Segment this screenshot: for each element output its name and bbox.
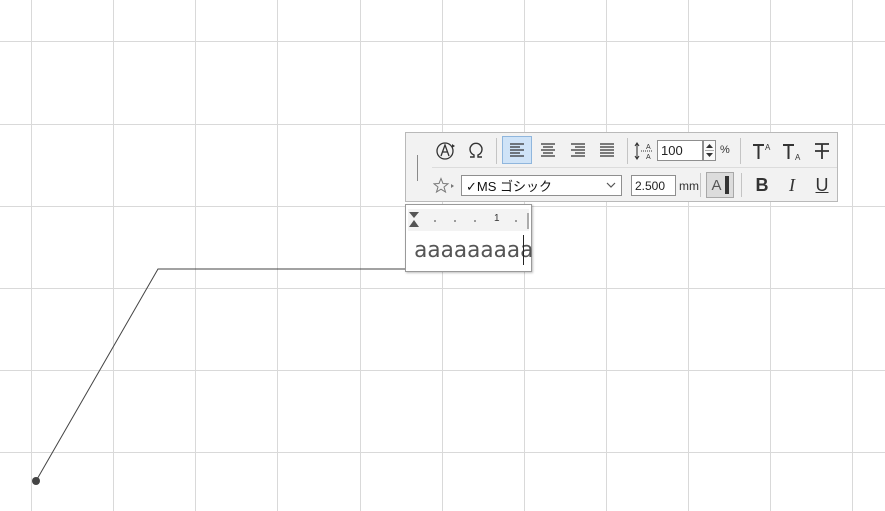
chevron-down-icon xyxy=(605,179,617,194)
italic-button[interactable]: I xyxy=(778,172,806,198)
line-spacing-icon: AA xyxy=(632,139,656,163)
line-spacing-unit: % xyxy=(720,144,730,156)
justify-icon[interactable] xyxy=(593,136,621,164)
favorites-star-icon[interactable] xyxy=(432,175,456,197)
text-editor-box[interactable]: 1 aaaaaaaaa xyxy=(405,204,533,272)
text-content[interactable]: aaaaaaaaa xyxy=(414,238,533,264)
text-style-icon[interactable] xyxy=(434,139,458,163)
separator xyxy=(627,138,628,164)
text-color-button[interactable]: A xyxy=(706,172,734,198)
font-family-select[interactable]: ✓MS ゴシック xyxy=(461,175,622,196)
leader-anchor-point[interactable] xyxy=(32,477,40,485)
font-size-input[interactable]: 2.500 xyxy=(631,175,676,196)
align-left-icon[interactable] xyxy=(502,136,532,164)
svg-text:A: A xyxy=(646,154,651,161)
line-spacing-stepper[interactable] xyxy=(703,140,716,161)
separator xyxy=(496,138,497,164)
ruler-mark: 1 xyxy=(494,213,500,224)
row-divider xyxy=(432,167,837,168)
strikethrough-icon[interactable] xyxy=(808,138,836,164)
superscript-icon[interactable]: A xyxy=(748,138,776,164)
indent-marker-icon xyxy=(409,212,419,227)
text-ruler[interactable]: 1 xyxy=(408,209,529,231)
text-color-swatch xyxy=(724,176,729,194)
text-format-toolbar: AA 100 % A A ✓MS ゴシック 2.500 mm A B I U xyxy=(405,132,838,202)
text-caret xyxy=(523,235,524,265)
font-size-unit: mm xyxy=(679,179,699,193)
svg-text:A: A xyxy=(646,144,651,151)
font-family-value: ✓MS ゴシック xyxy=(466,179,553,194)
separator xyxy=(740,138,741,164)
align-right-icon[interactable] xyxy=(564,136,592,164)
align-center-icon[interactable] xyxy=(534,136,562,164)
svg-text:A: A xyxy=(765,143,771,152)
svg-text:A: A xyxy=(795,153,801,161)
toolbar-grip[interactable] xyxy=(417,155,418,181)
special-character-icon[interactable] xyxy=(464,139,488,163)
text-color-label: A xyxy=(711,176,722,194)
separator xyxy=(700,173,701,197)
leader-line[interactable] xyxy=(35,268,406,482)
subscript-icon[interactable]: A xyxy=(778,138,806,164)
separator xyxy=(741,173,742,197)
underline-button[interactable]: U xyxy=(808,172,836,198)
bold-button[interactable]: B xyxy=(748,172,776,198)
line-spacing-input[interactable]: 100 xyxy=(657,140,703,161)
